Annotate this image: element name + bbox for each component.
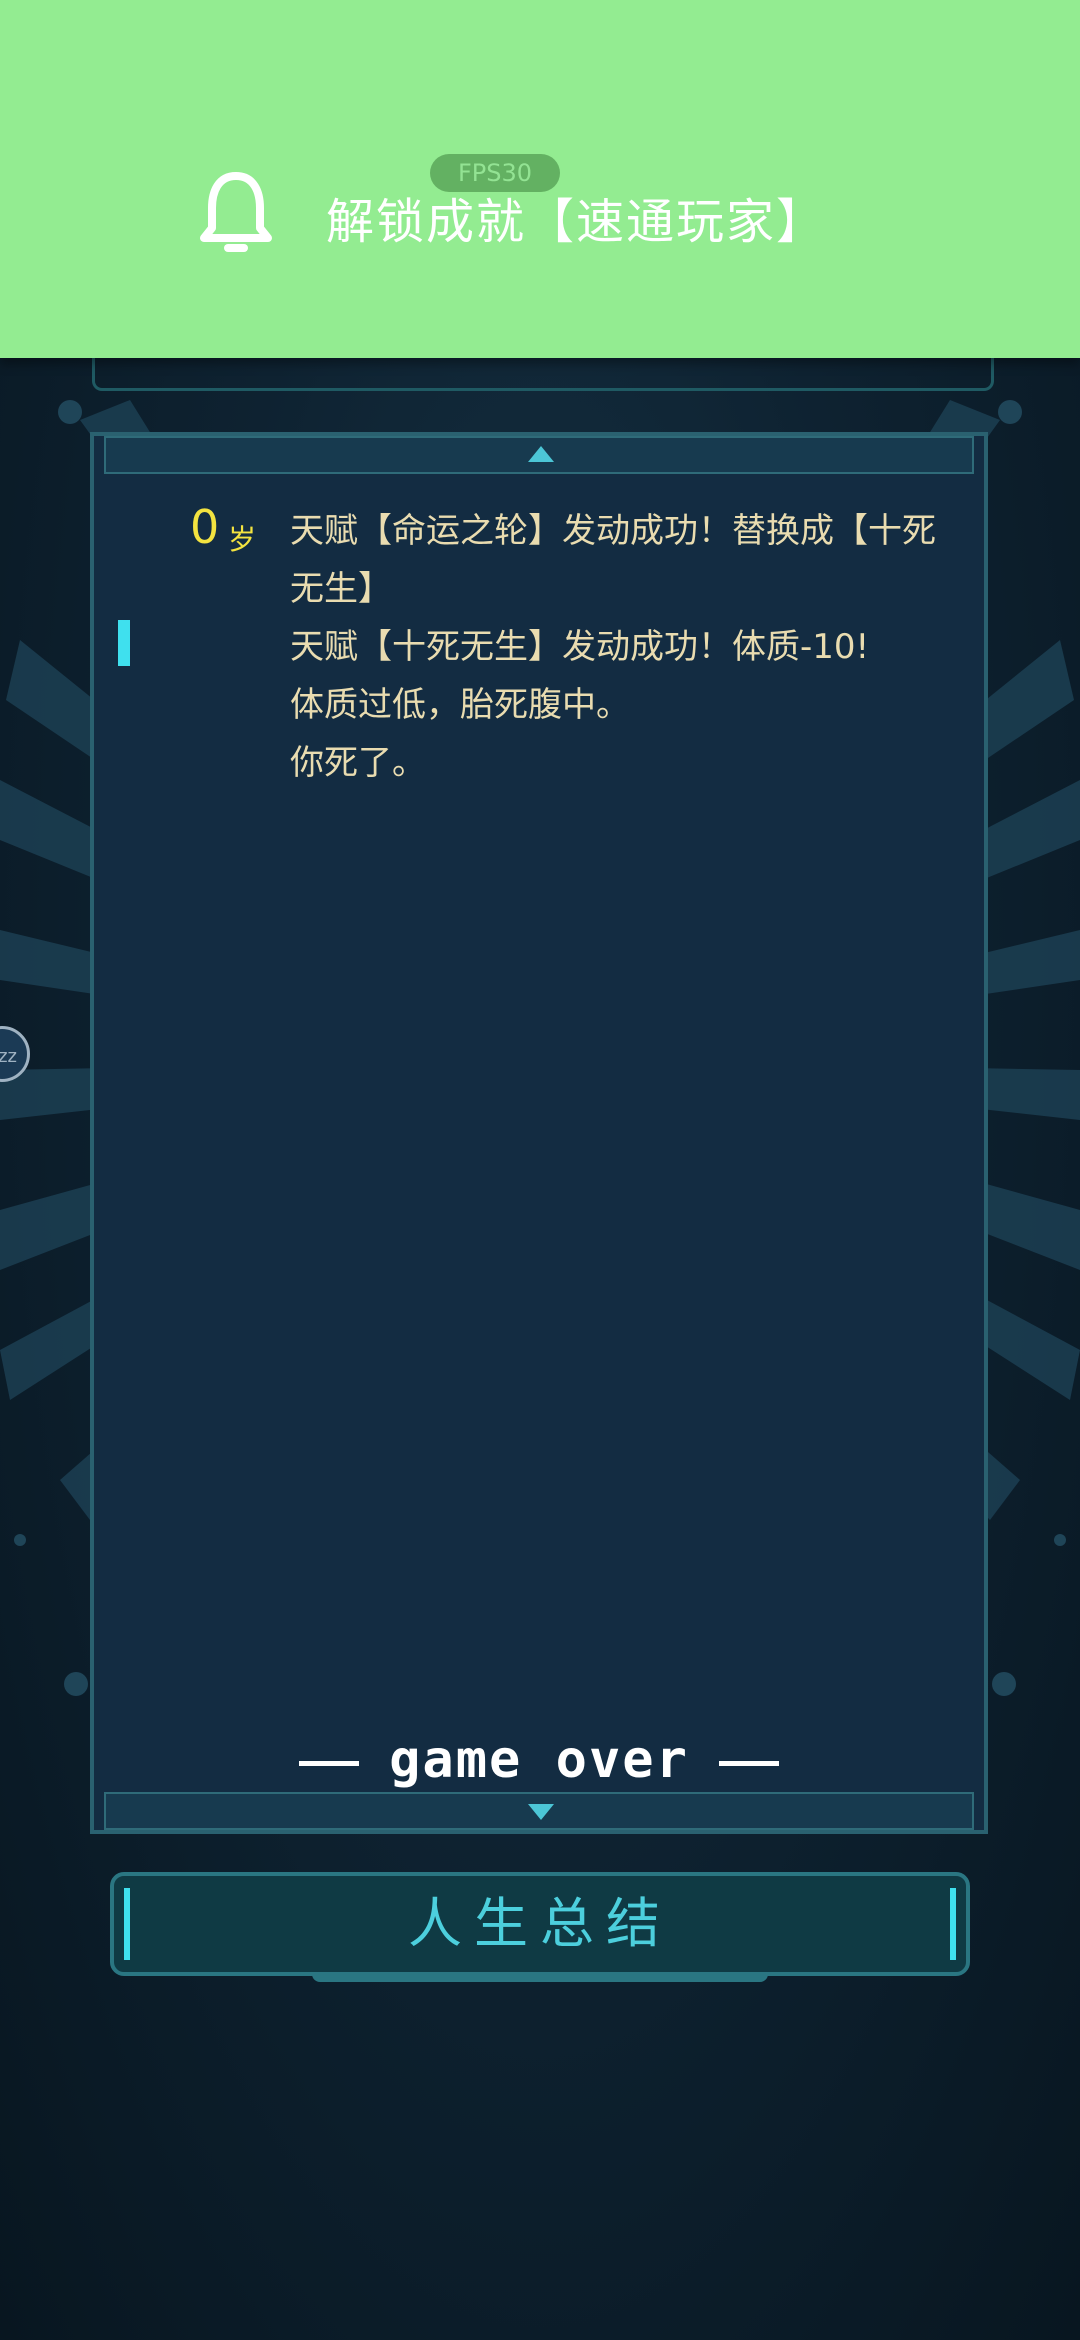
button-edge-right xyxy=(950,1888,956,1960)
log-line: 天赋【命运之轮】发动成功！替换成【十死无生】 xyxy=(290,511,936,609)
button-edge-left xyxy=(124,1888,130,1960)
log-line: 天赋【十死无生】发动成功！体质-10! xyxy=(290,627,870,667)
age-unit: 岁 xyxy=(228,523,257,556)
dash-left xyxy=(299,1760,360,1766)
log-line: 你死了。 xyxy=(290,743,426,783)
button-base-decoration xyxy=(312,1972,768,1982)
entry-marker xyxy=(118,620,130,666)
arrow-down-icon xyxy=(528,1804,554,1820)
achievement-notification[interactable]: 解锁成就【速通玩家】 FPS30 xyxy=(0,0,1080,358)
scroll-up-button[interactable] xyxy=(104,436,974,474)
log-entry: 天赋【命运之轮】发动成功！替换成【十死无生】 天赋【十死无生】发动成功！体质-1… xyxy=(290,502,940,792)
fps-indicator: FPS30 xyxy=(430,154,560,192)
arrow-up-icon xyxy=(528,446,554,462)
notification-text: 解锁成就【速通玩家】 xyxy=(326,194,827,250)
life-log-panel[interactable]: 0 岁 天赋【命运之轮】发动成功！替换成【十死无生】 天赋【十死无生】发动成功！… xyxy=(90,432,988,1834)
scroll-down-button[interactable] xyxy=(104,1792,974,1830)
log-line: 体质过低，胎死腹中。 xyxy=(290,685,630,725)
life-summary-button[interactable]: 人生总结 xyxy=(110,1872,970,1976)
game-over-text: game over xyxy=(389,1730,689,1790)
game-over-banner: game over xyxy=(94,1730,984,1790)
floating-assistant-label: zz xyxy=(0,1046,17,1067)
bell-icon xyxy=(200,172,272,252)
summary-button-label: 人生总结 xyxy=(408,1892,672,1955)
game-screen: 0 岁 天赋【命运之轮】发动成功！替换成【十死无生】 天赋【十死无生】发动成功！… xyxy=(0,0,1080,2340)
age-number: 0 xyxy=(190,500,220,554)
dash-right xyxy=(718,1760,779,1766)
